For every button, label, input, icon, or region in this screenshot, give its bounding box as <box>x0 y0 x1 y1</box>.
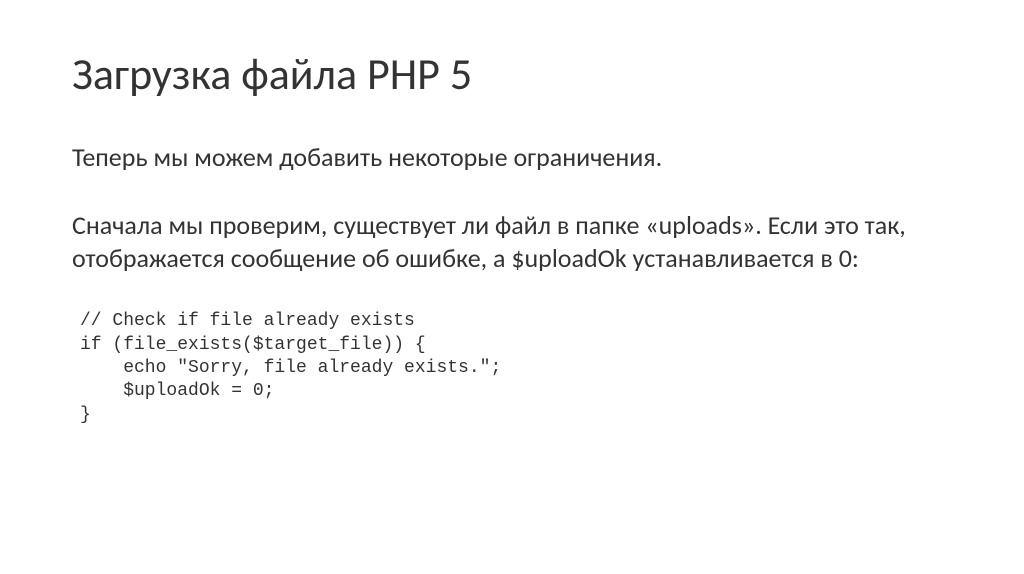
code-snippet: // Check if file already exists if (file… <box>72 310 952 427</box>
page-title: Загрузка файла PHP 5 <box>72 48 952 101</box>
intro-paragraph: Теперь мы можем добавить некоторые огран… <box>72 141 952 174</box>
description-paragraph: Сначала мы проверим, существует ли файл … <box>72 209 952 274</box>
